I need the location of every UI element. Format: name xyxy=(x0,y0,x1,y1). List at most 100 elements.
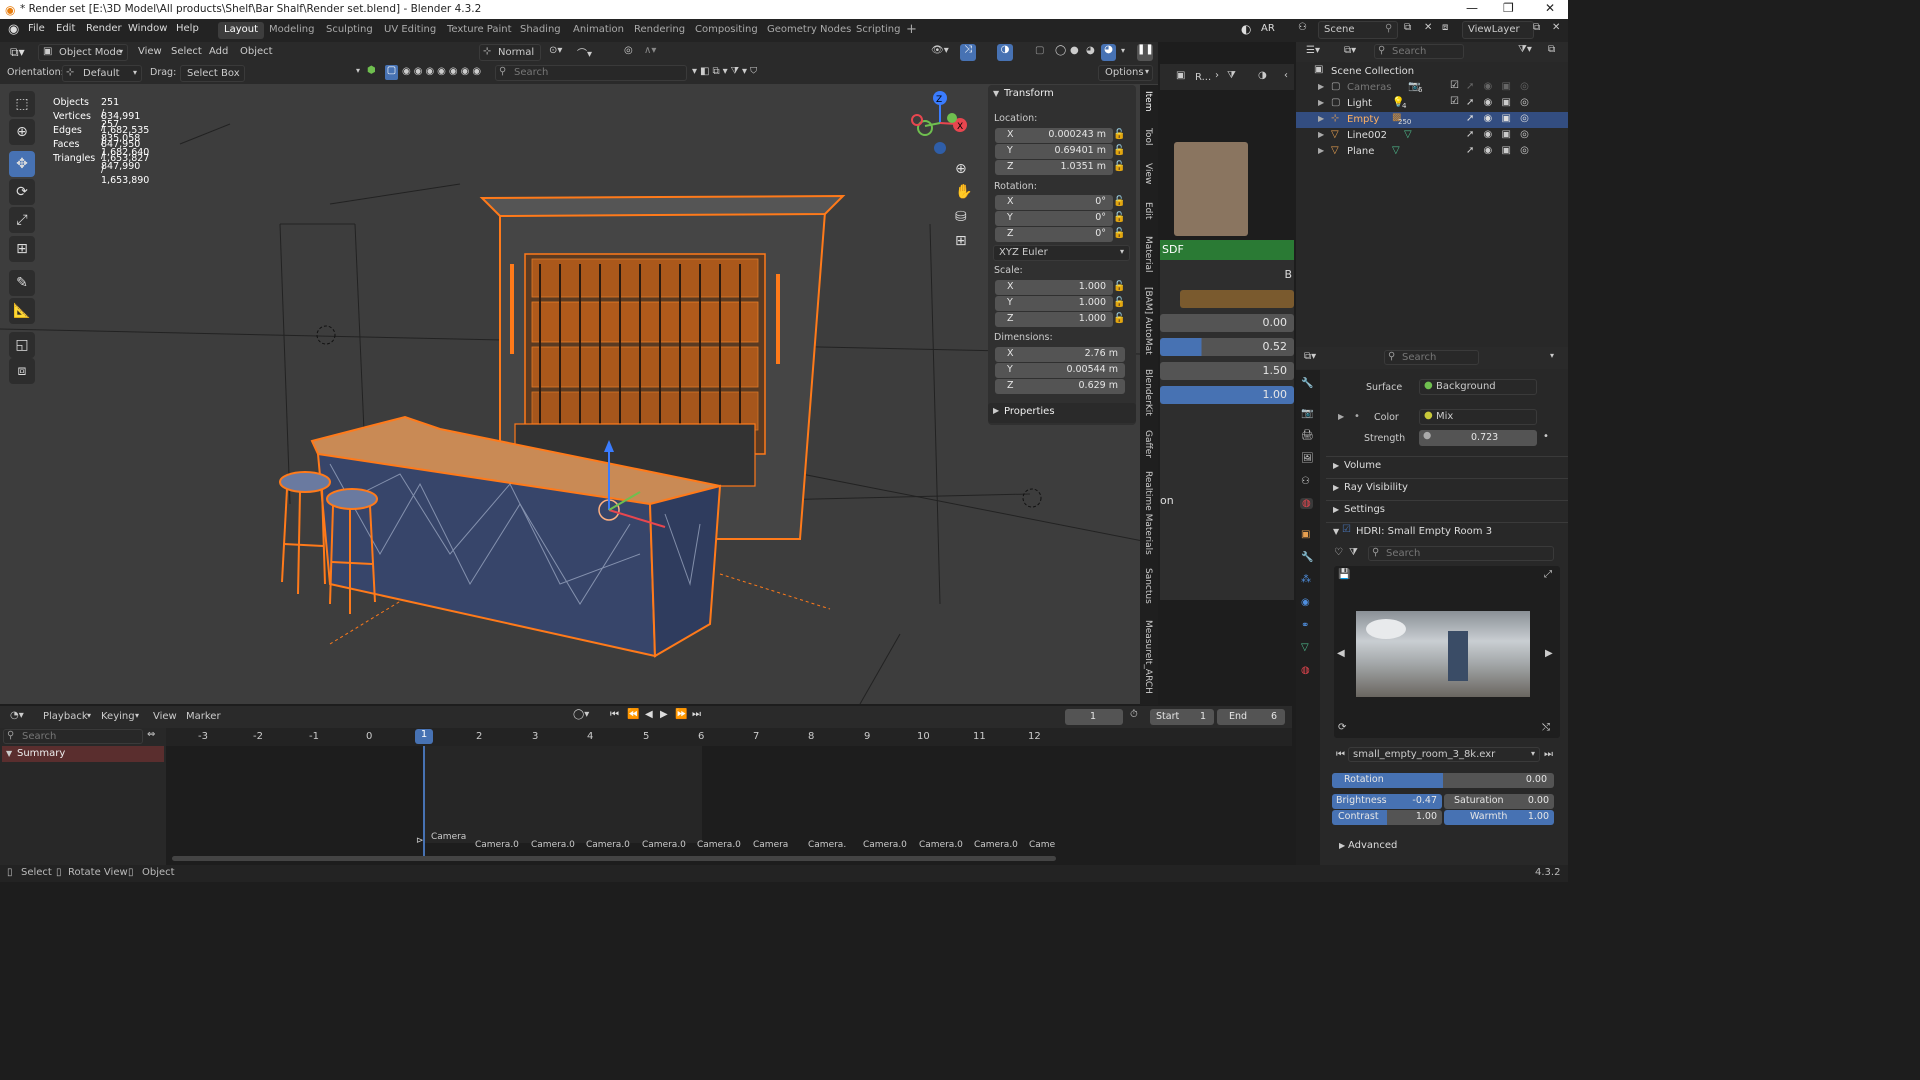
editor-type-icon[interactable]: ☰▾ xyxy=(1306,45,1320,56)
wireframe-shading-icon[interactable]: ◯ xyxy=(1055,45,1066,56)
material-shading-icon[interactable]: ◕ xyxy=(1086,45,1095,56)
warmth-slider[interactable]: Warmth 1.00 xyxy=(1444,810,1554,825)
jump-start-icon[interactable]: ⏮ xyxy=(610,709,619,720)
lock-icon[interactable]: 🔓 xyxy=(1113,297,1125,308)
blender-menu-icon[interactable]: ◉ xyxy=(8,22,19,37)
scene-collection-label[interactable]: Scene Collection xyxy=(1331,66,1414,77)
tab-gaffer[interactable]: Gaffer xyxy=(1143,430,1153,458)
filter-icon[interactable]: ⧩ xyxy=(1227,70,1236,81)
view-layer-tab-icon[interactable]: 🖼 xyxy=(1301,453,1314,464)
hdri-thumbnail[interactable] xyxy=(1356,611,1530,697)
gizmo-icon[interactable]: ⤨ xyxy=(960,44,976,61)
rendered-shading-icon[interactable]: ◕ xyxy=(1101,44,1116,61)
extra-icons[interactable]: ▾◧⧉▾⧩▾⛉ xyxy=(692,66,760,77)
viewlayer-selector[interactable]: ViewLayer xyxy=(1462,21,1534,39)
chevron-right-icon[interactable]: ▶ xyxy=(1338,412,1344,421)
object-type-icon[interactable]: ⬢ xyxy=(367,65,376,76)
tab-uv-editing[interactable]: UV Editing xyxy=(378,22,442,39)
tab-edit[interactable]: Edit xyxy=(1143,202,1153,219)
menu-render[interactable]: Render xyxy=(86,23,122,34)
scene-selector[interactable]: Scene ⚲ xyxy=(1318,21,1398,39)
camera-view-icon[interactable]: ⛁ xyxy=(955,209,967,225)
prev-keyframe-icon[interactable]: ⏪ xyxy=(627,709,639,720)
visibility-icon[interactable]: 👁▾ xyxy=(931,45,949,56)
chevron-right-icon[interactable]: ▶ xyxy=(1318,146,1324,155)
tab-rendering[interactable]: Rendering xyxy=(628,22,691,39)
play-icon[interactable]: ▶ xyxy=(660,709,668,720)
tab-shading[interactable]: Shading xyxy=(514,22,567,39)
lock-icon[interactable]: 🔓 xyxy=(1113,212,1125,223)
navigation-gizmo[interactable]: Z X xyxy=(905,88,975,158)
output-tab-icon[interactable]: 🖨 xyxy=(1301,430,1314,441)
menu-file[interactable]: File xyxy=(28,23,45,34)
menu-keying[interactable]: Keying xyxy=(101,711,135,722)
node-value-field[interactable]: 1.00 xyxy=(1160,386,1294,404)
tab-layout[interactable]: Layout xyxy=(218,22,264,39)
modifier-tab-icon[interactable]: 🔧 xyxy=(1301,552,1313,563)
viewport-search[interactable]: ⚲ Search xyxy=(495,65,687,81)
pan-hand-icon[interactable]: ✋ xyxy=(955,184,972,200)
close-button[interactable]: ✕ xyxy=(1545,1,1555,15)
play-reverse-icon[interactable]: ◀ xyxy=(645,709,653,720)
pin-icon[interactable]: ⚲ xyxy=(1385,23,1392,34)
end-frame-field[interactable]: End 6 xyxy=(1217,709,1285,725)
shading-options-icon[interactable]: ▾ xyxy=(1121,46,1125,55)
world-tab-icon[interactable]: ◍ xyxy=(1300,498,1313,509)
current-frame-indicator[interactable]: 1 xyxy=(415,729,433,744)
row-icons[interactable]: ➚ ◉ ▣ ◎ xyxy=(1466,81,1532,92)
lock-icon[interactable]: 🔓 xyxy=(1113,129,1125,140)
add-cube-tool-icon[interactable]: ◱ xyxy=(9,332,35,358)
scale-y-field[interactable]: Y 1.000 xyxy=(995,296,1113,311)
strength-field[interactable]: ● 0.723 xyxy=(1419,430,1537,446)
physics-tab-icon[interactable]: ◉ xyxy=(1301,597,1310,608)
row-icons[interactable]: ➚ ◉ ▣ ◎ xyxy=(1466,145,1532,156)
save-icon[interactable]: 💾 xyxy=(1338,569,1350,580)
favorite-icon[interactable]: ♡ xyxy=(1334,547,1343,558)
tab-modeling[interactable]: Modeling xyxy=(263,22,321,39)
properties-search[interactable]: ⚲ Search xyxy=(1384,350,1479,365)
tab-automat[interactable]: [BAM] AutoMat xyxy=(1143,287,1153,355)
row-icons[interactable]: ➚ ◉ ▣ ◎ xyxy=(1466,113,1532,124)
next-arrow-icon[interactable]: ▶ xyxy=(1545,648,1553,659)
pause-render-icon[interactable]: ❚❚ xyxy=(1137,44,1154,61)
location-x-field[interactable]: X 0.000243 m xyxy=(995,128,1113,143)
menu-edit[interactable]: Edit xyxy=(56,23,75,34)
volume-section[interactable]: ▶ Volume xyxy=(1326,456,1568,474)
menu-marker[interactable]: Marker xyxy=(186,711,221,722)
material-tab-icon[interactable]: ◍ xyxy=(1301,665,1310,676)
3d-viewport[interactable]: ⬚ ⊕ ✥ ⟳ ⤢ ⊞ ✎ 📐 ◱ ⧈ Objects 251 / 257 Ver… xyxy=(0,84,1158,704)
location-y-field[interactable]: Y 0.69401 m xyxy=(995,144,1113,159)
chevron-right-icon[interactable]: ▶ xyxy=(1318,98,1324,107)
ray-visibility-section[interactable]: ▶ Ray Visibility xyxy=(1326,478,1568,496)
scene-tab-icon[interactable]: ⚇ xyxy=(1301,476,1310,487)
render-icon[interactable]: ▣ xyxy=(1176,70,1185,81)
transform-tool-icon[interactable]: ⊞ xyxy=(9,236,35,262)
dimensions-y-field[interactable]: Y 0.00544 m xyxy=(995,363,1125,378)
outliner-row-line002[interactable]: ▶ ▽ Line002 ▽ ➚ ◉ ▣ ◎ xyxy=(1296,128,1568,144)
contrast-slider[interactable]: Contrast 1.00 xyxy=(1332,810,1442,825)
lock-icon[interactable]: 🔓 xyxy=(1113,281,1125,292)
constraints-tab-icon[interactable]: ⚭ xyxy=(1301,620,1309,631)
chevron-right-icon[interactable]: ▶ xyxy=(1318,130,1324,139)
data-tab-icon[interactable]: ▽ xyxy=(1301,642,1309,653)
saturation-slider[interactable]: Saturation 0.00 xyxy=(1444,794,1554,809)
lock-icon[interactable]: 🔓 xyxy=(1113,161,1125,172)
rotate-tool-icon[interactable]: ⟳ xyxy=(9,179,35,205)
menu-view[interactable]: View xyxy=(153,711,177,722)
orientation-selector[interactable]: ⊹ Default ▾ xyxy=(62,65,142,82)
add-workspace-icon[interactable]: + xyxy=(906,22,917,37)
tab-geometry-nodes[interactable]: Geometry Nodes xyxy=(761,22,857,39)
maximize-button[interactable]: ❐ xyxy=(1503,1,1514,15)
rotation-x-field[interactable]: X 0° xyxy=(995,195,1113,210)
menu-object[interactable]: Object xyxy=(240,46,273,57)
start-frame-field[interactable]: Start 1 xyxy=(1150,709,1214,725)
hdri-rotation-slider[interactable]: Rotation 0.00 xyxy=(1332,773,1554,788)
particles-tab-icon[interactable]: ⁂ xyxy=(1301,574,1311,585)
hdri-file-selector[interactable]: small_empty_room_3_8k.exr ▾ xyxy=(1348,747,1540,762)
hdri-section[interactable]: ▼ ☑ HDRI: Small Empty Room 3 xyxy=(1326,522,1568,540)
menu-window[interactable]: Window xyxy=(128,23,167,34)
next-keyframe-icon[interactable]: ⏩ xyxy=(675,709,687,720)
transform-orientation-selector[interactable]: ⊹ Normal xyxy=(479,44,541,61)
rotation-z-field[interactable]: Z 0° xyxy=(995,227,1113,242)
dimensions-z-field[interactable]: Z 0.629 m xyxy=(995,379,1125,394)
